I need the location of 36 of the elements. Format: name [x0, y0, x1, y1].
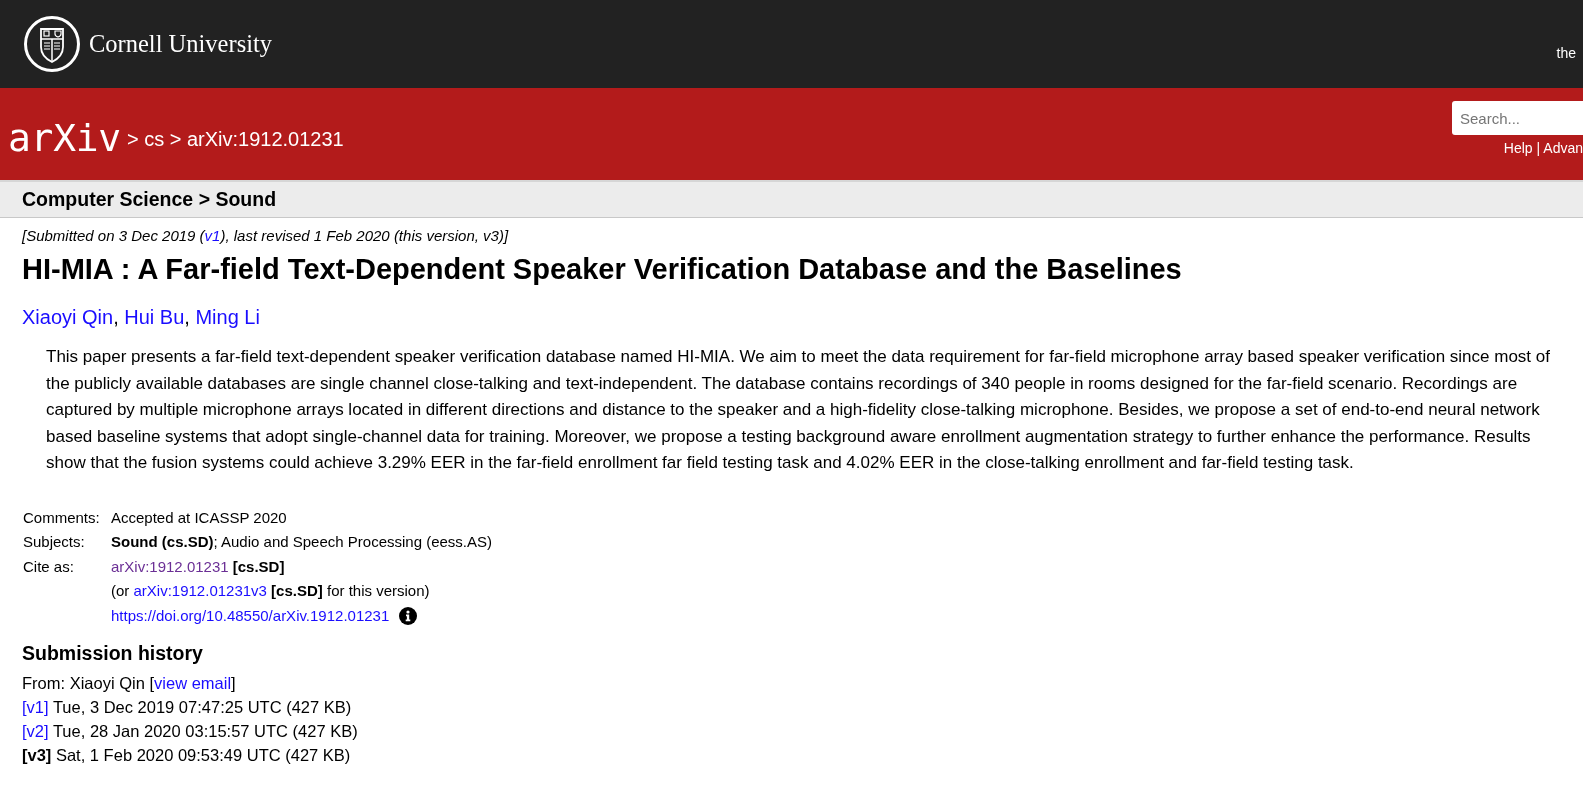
search-field[interactable]: Search...	[1452, 101, 1583, 135]
submitter-line: From: Xiaoyi Qin [view email]	[22, 673, 236, 694]
metadata-value: Accepted at ICASSP 2020	[111, 507, 287, 528]
version-entry: [v1] Tue, 3 Dec 2019 07:47:25 UTC (427 KB)	[22, 697, 352, 718]
paper-title: HI-MIA : A Far-field Text-Dependent Speaker Verification Database and the Baselines	[22, 252, 1183, 286]
citation-link[interactable]: arXiv:1912.01231v3	[133, 582, 267, 600]
author-link[interactable]: Ming Li	[195, 306, 260, 328]
support-text: the	[1556, 44, 1577, 61]
version-entry: [v2] Tue, 28 Jan 2020 03:15:57 UTC (427 KB)	[22, 721, 358, 742]
abstract-text: This paper presents a far-field text-dependent speaker verification database named HI-MIA. We aim to meet the data requirement for far-field microphone array based speaker verification since most of the publicly available databases are single channel close-talking and text-independent. The database contains recordings of 340 people in rooms designed for the far-field scenario. Recordings are captured by multiple microphone arrays located in different directions and distance to the speaker and a high-fidelity close-talking microphone. Besides, we propose a set of end-to-end neural network based baseline systems that adopt single-channel data for training. Moreover, we propose a testing background aware enrollment augmentation strategy to further enhance the performance. Results show that the fusion systems could achieve 3.29% EER in the far-field enrollment far field testing task and 4.02% EER in the close-talking enrollment and far-field testing task.	[46, 346, 1551, 475]
email-link[interactable]: view email	[154, 674, 232, 692]
university-name[interactable]: Cornell University	[89, 30, 273, 58]
version-link[interactable]: [v2]	[22, 722, 49, 740]
version-link[interactable]: [v1]	[22, 698, 49, 716]
citation-link[interactable]: arXiv:1912.01231	[111, 557, 229, 575]
metadata-value: Sound (cs.SD); Audio and Speech Processing (eess.AS)	[111, 532, 492, 553]
header-link[interactable]: Help	[1503, 140, 1533, 156]
metadata-label: Subjects:	[23, 533, 85, 551]
version-entry: [v3] Sat, 1 Feb 2020 09:53:49 UTC (427 KB)	[22, 745, 351, 766]
author-link[interactable]: Xiaoyi Qin	[22, 306, 114, 328]
submission-dateline: [Submitted on 3 Dec 2019 (v1), last revised 1 Feb 2020 (this version, v3)]	[22, 227, 510, 245]
metadata-label: Comments:	[23, 508, 100, 526]
citation-link[interactable]: https://doi.org/10.48550/arXiv.1912.01231	[111, 603, 390, 628]
subject-heading: Computer Science > Sound	[22, 187, 277, 212]
author-link[interactable]: Hui Bu	[124, 306, 185, 328]
arxiv-logo[interactable]: arXiv	[8, 116, 121, 160]
info-icon[interactable]	[399, 606, 418, 625]
author-list: Xiaoyi Qin, Hui Bu, Ming Li	[22, 305, 1583, 329]
header-link[interactable]: Advan	[1543, 140, 1583, 156]
metadata-value: arXiv:1912.01231 [cs.SD]	[111, 556, 285, 577]
metadata-label: Cite as:	[23, 557, 74, 575]
breadcrumb: > cs > arXiv:1912.01231	[126, 127, 344, 151]
section-heading: Submission history	[22, 642, 203, 665]
university-seal-icon[interactable]	[24, 16, 80, 72]
header-links: Help | Advan	[1503, 139, 1583, 157]
metadata-value: (or arXiv:1912.01231v3 [cs.SD] for this version)	[111, 581, 430, 602]
